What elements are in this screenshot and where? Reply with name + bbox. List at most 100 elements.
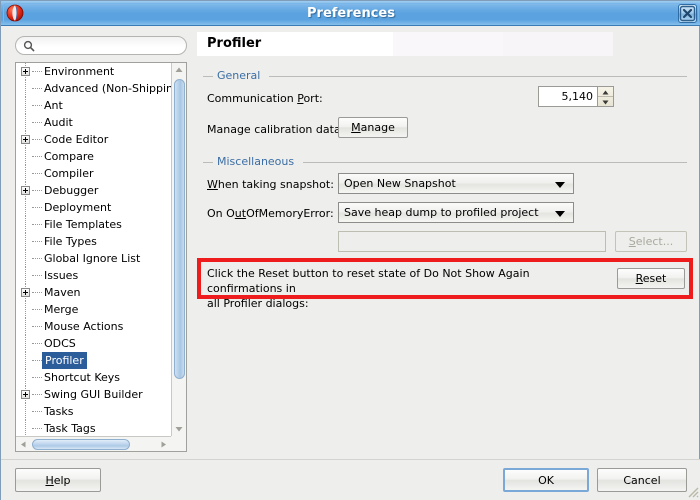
tree-connector-dots (32, 207, 42, 208)
sidebar-item-label: Advanced (Non-Shipping (44, 82, 171, 95)
tree-connector-dots (32, 292, 42, 293)
sidebar-item-code-editor[interactable]: Code Editor (16, 131, 171, 148)
sidebar-item-issues[interactable]: Issues (16, 267, 171, 284)
reset-description: Click the Reset button to reset state of… (207, 266, 607, 311)
sidebar-item-label: File Templates (44, 218, 122, 231)
scroll-up-icon[interactable] (172, 63, 186, 77)
reset-button[interactable]: Reset (617, 268, 685, 289)
cancel-button[interactable]: Cancel (597, 468, 687, 492)
sidebar-item-file-types[interactable]: File Types (16, 233, 171, 250)
sidebar-item-task-tags[interactable]: Task Tags (16, 420, 171, 436)
help-button[interactable]: Help (15, 468, 101, 492)
sidebar-item-debugger[interactable]: Debugger (16, 182, 171, 199)
tree-connector-dots (32, 139, 42, 140)
oome-combo-value: Save heap dump to profiled project (344, 206, 539, 219)
section-rule-right (303, 162, 687, 163)
settings-category-tree[interactable]: Environment Advanced (Non-Shipping Ant Audi… (15, 62, 187, 452)
scroll-right-icon[interactable] (157, 438, 170, 451)
spinner-up-icon[interactable] (598, 87, 613, 97)
sidebar-item-label: Maven (44, 286, 81, 299)
tree-connector-line (25, 267, 26, 284)
sidebar-item-label: Tasks (44, 405, 74, 418)
select-button-mnemonic: S (628, 235, 636, 248)
sidebar-item-global-ignore-list[interactable]: Global Ignore List (16, 250, 171, 267)
sidebar-item-mouse-actions[interactable]: Mouse Actions (16, 318, 171, 335)
section-rule-left (203, 76, 213, 77)
tree-connector-line (25, 97, 26, 114)
snapshot-label-mnemonic: W (207, 178, 218, 191)
manage-calibration-label: Manage calibration data: (207, 123, 345, 136)
communication-port-input[interactable] (538, 86, 598, 107)
sidebar-item-label: Merge (44, 303, 79, 316)
tree-connector-dots (32, 258, 42, 259)
heap-dump-path-input[interactable] (338, 231, 606, 252)
tree-connector-line (25, 301, 26, 318)
sidebar-item-deployment[interactable]: Deployment (16, 199, 171, 216)
select-button[interactable]: Select... (615, 231, 687, 252)
profiler-settings-panel: Profiler General Communication Port: Man… (197, 32, 693, 452)
expand-icon[interactable] (21, 67, 30, 76)
resize-grip-icon[interactable] (685, 484, 699, 498)
sidebar-item-file-templates[interactable]: File Templates (16, 216, 171, 233)
communication-port-spinner[interactable] (538, 86, 614, 107)
manage-button[interactable]: Manage (338, 117, 408, 138)
tree-connector-line (25, 420, 26, 436)
sidebar-item-label: Global Ignore List (44, 252, 141, 265)
scroll-down-icon[interactable] (172, 422, 186, 436)
tree-horizontal-scrollbar[interactable] (16, 436, 171, 451)
when-taking-snapshot-combo[interactable]: Open New Snapshot (338, 173, 574, 194)
tree-vertical-scroll-thumb[interactable] (174, 79, 185, 379)
sidebar-item-shortcut-keys[interactable]: Shortcut Keys (16, 369, 171, 386)
sidebar-item-ant[interactable]: Ant (16, 97, 171, 114)
search-box[interactable] (15, 36, 187, 55)
tree-connector-line (25, 335, 26, 352)
sidebar-item-label: Mouse Actions (44, 320, 124, 333)
sidebar-item-maven[interactable]: Maven (16, 284, 171, 301)
miscellaneous-section-header: Miscellaneous (203, 154, 687, 170)
spinner-down-icon[interactable] (598, 97, 613, 106)
chevron-down-icon (555, 181, 565, 188)
tree-connector-line (25, 199, 26, 216)
scroll-left-icon[interactable] (17, 438, 30, 451)
expand-icon[interactable] (21, 186, 30, 195)
tree-connector-line (25, 318, 26, 335)
page-title: Profiler (207, 36, 262, 51)
expand-icon[interactable] (21, 390, 30, 399)
sidebar-item-compare[interactable]: Compare (16, 148, 171, 165)
close-icon[interactable] (678, 4, 697, 23)
tree-connector-dots (32, 428, 42, 429)
port-label-suffix: ort: (303, 92, 323, 105)
sidebar-item-swing-gui-builder[interactable]: Swing GUI Builder (16, 386, 171, 403)
sidebar-item-audit[interactable]: Audit (16, 114, 171, 131)
tree-connector-line (25, 352, 26, 369)
sidebar-item-label: Audit (44, 116, 73, 129)
ok-button[interactable]: OK (503, 468, 589, 492)
expand-icon[interactable] (21, 135, 30, 144)
sidebar-item-profiler[interactable]: Profiler (16, 352, 171, 369)
header-segment-3 (503, 32, 613, 56)
sidebar-item-odcs[interactable]: ODCS (16, 335, 171, 352)
spinner-buttons[interactable] (597, 86, 614, 107)
tree-connector-dots (32, 190, 42, 191)
footer-bar: Help OK Cancel (1, 460, 700, 500)
tree-connector-dots (32, 173, 42, 174)
manage-button-label: anage (360, 121, 395, 134)
tree-horizontal-scroll-thumb[interactable] (32, 439, 130, 450)
sidebar-item-label: Environment (44, 65, 115, 78)
tree-vertical-scrollbar[interactable] (171, 63, 186, 436)
oome-label-mnemonic: ut (234, 207, 247, 220)
sidebar-item-merge[interactable]: Merge (16, 301, 171, 318)
tree-connector-dots (32, 71, 42, 72)
reset-description-line2: all Profiler dialogs: (207, 297, 309, 310)
sidebar-item-environment[interactable]: Environment (16, 63, 171, 80)
sidebar-item-compiler[interactable]: Compiler (16, 165, 171, 182)
sidebar-item-label: Profiler (42, 352, 87, 369)
search-input[interactable] (38, 38, 180, 53)
tree-connector-dots (32, 309, 42, 310)
tree-connector-line (25, 250, 26, 267)
sidebar-item-tasks[interactable]: Tasks (16, 403, 171, 420)
sidebar-item-label: Compare (44, 150, 94, 163)
sidebar-item-advanced-non-shipping[interactable]: Advanced (Non-Shipping (16, 80, 171, 97)
expand-icon[interactable] (21, 288, 30, 297)
out-of-memory-error-combo[interactable]: Save heap dump to profiled project (338, 202, 574, 223)
